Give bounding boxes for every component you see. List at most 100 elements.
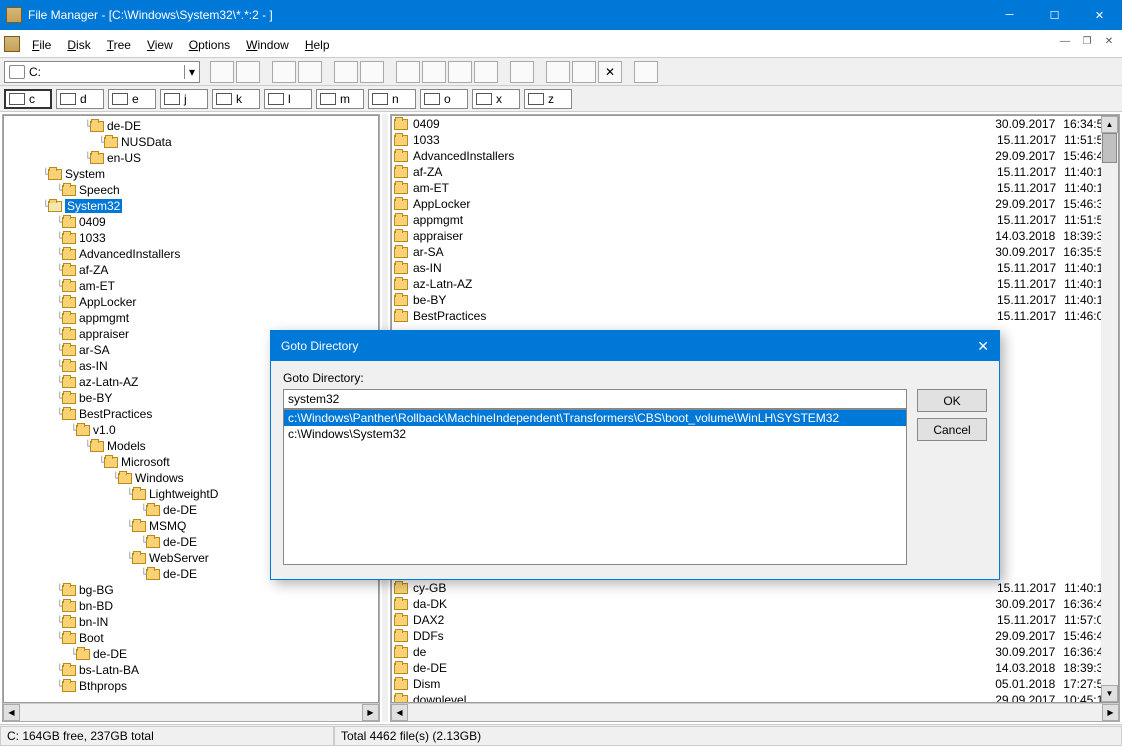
menu-window[interactable]: Window <box>238 34 297 54</box>
file-row[interactable]: cy-GB15.11.201711:40:14 <box>392 580 1118 596</box>
file-row[interactable]: 040930.09.201716:34:56 <box>392 116 1118 132</box>
menu-help[interactable]: Help <box>297 34 338 54</box>
tree-folder[interactable]: └ appmgmt <box>6 310 378 326</box>
tree-folder[interactable]: └ System32 <box>6 198 378 214</box>
drive-button-k[interactable]: k <box>212 89 260 109</box>
mdi-icon[interactable] <box>4 36 20 52</box>
horizontal-scrollbar[interactable]: ◀▶ <box>3 703 379 721</box>
file-row[interactable]: appmgmt15.11.201711:51:50 <box>392 212 1118 228</box>
file-row[interactable]: appraiser14.03.201818:39:30 <box>392 228 1118 244</box>
file-name: DDFs <box>413 629 995 643</box>
file-row[interactable]: af-ZA15.11.201711:40:14 <box>392 164 1118 180</box>
mdi-close-button[interactable]: ✕ <box>1100 32 1118 50</box>
toolbar-button[interactable] <box>572 61 596 83</box>
file-row[interactable]: 103315.11.201711:51:50 <box>392 132 1118 148</box>
tree-folder[interactable]: └ af-ZA <box>6 262 378 278</box>
tree-folder[interactable]: └ bs-Latn-BA <box>6 662 378 678</box>
toolbar-button[interactable] <box>422 61 446 83</box>
drive-button-m[interactable]: m <box>316 89 364 109</box>
drive-button-o[interactable]: o <box>420 89 468 109</box>
file-row[interactable]: da-DK30.09.201716:36:44 <box>392 596 1118 612</box>
menu-tree[interactable]: Tree <box>99 34 139 54</box>
drive-button-d[interactable]: d <box>56 89 104 109</box>
toolbar-button[interactable] <box>448 61 472 83</box>
tree-folder[interactable]: └ en-US <box>6 150 378 166</box>
drive-button-n[interactable]: n <box>368 89 416 109</box>
toolbar-button[interactable] <box>298 61 322 83</box>
minimize-button[interactable]: ─ <box>987 0 1032 30</box>
tree-folder[interactable]: └ 1033 <box>6 230 378 246</box>
file-row[interactable]: az-Latn-AZ15.11.201711:40:14 <box>392 276 1118 292</box>
toolbar-button[interactable]: ✕ <box>598 61 622 83</box>
tree-folder[interactable]: └ bg-BG <box>6 582 378 598</box>
folder-icon <box>146 569 160 580</box>
file-row[interactable]: DAX215.11.201711:57:06 <box>392 612 1118 628</box>
menu-file[interactable]: File <box>24 34 59 54</box>
vertical-scrollbar[interactable]: ▲▼ <box>1101 116 1118 702</box>
tree-folder[interactable]: └ bn-IN <box>6 614 378 630</box>
tree-folder[interactable]: └ AppLocker <box>6 294 378 310</box>
tree-folder[interactable]: └ de-DE <box>6 646 378 662</box>
tree-folder[interactable]: └ Speech <box>6 182 378 198</box>
file-row[interactable]: Dism05.01.201817:27:55 <box>392 676 1118 692</box>
goto-suggestions-list[interactable]: c:\Windows\Panther\Rollback\MachineIndep… <box>283 409 907 565</box>
folder-icon <box>394 663 408 674</box>
menu-options[interactable]: Options <box>181 34 238 54</box>
mdi-restore-button[interactable]: ❐ <box>1078 32 1096 50</box>
menubar: File Disk Tree View Options Window Help … <box>0 30 1122 58</box>
drive-button-l[interactable]: l <box>264 89 312 109</box>
file-row[interactable]: DDFs29.09.201715:46:44 <box>392 628 1118 644</box>
tree-folder[interactable]: └ bn-BD <box>6 598 378 614</box>
maximize-button[interactable]: ☐ <box>1032 0 1077 30</box>
toolbar-button[interactable] <box>272 61 296 83</box>
cancel-button[interactable]: Cancel <box>917 418 987 441</box>
toolbar-button[interactable] <box>236 61 260 83</box>
file-row[interactable]: de-DE14.03.201818:39:30 <box>392 660 1118 676</box>
drive-button-c[interactable]: c <box>4 89 52 109</box>
toolbar-button[interactable] <box>634 61 658 83</box>
drive-letter-label: n <box>392 92 399 106</box>
folder-label: de-DE <box>163 567 197 581</box>
toolbar-button[interactable] <box>546 61 570 83</box>
tree-folder[interactable]: └ 0409 <box>6 214 378 230</box>
drive-dropdown[interactable]: C: ▾ <box>4 61 200 83</box>
tree-folder[interactable]: └ NUSData <box>6 134 378 150</box>
toolbar-button[interactable] <box>474 61 498 83</box>
ok-button[interactable]: OK <box>917 389 987 412</box>
goto-suggestion-item[interactable]: c:\Windows\System32 <box>284 426 906 442</box>
file-row[interactable]: de30.09.201716:36:44 <box>392 644 1118 660</box>
horizontal-scrollbar[interactable]: ◀▶ <box>391 703 1119 721</box>
drive-button-x[interactable]: x <box>472 89 520 109</box>
toolbar-button[interactable] <box>210 61 234 83</box>
drive-button-j[interactable]: j <box>160 89 208 109</box>
menu-view[interactable]: View <box>139 34 181 54</box>
toolbar-button[interactable] <box>334 61 358 83</box>
toolbar-button[interactable] <box>396 61 420 83</box>
mdi-minimize-button[interactable]: — <box>1056 32 1074 50</box>
file-row[interactable]: downlevel29.09.201710:45:12 <box>392 692 1118 702</box>
file-row[interactable]: BestPractices15.11.201711:46:01 <box>392 308 1118 324</box>
goto-suggestion-item[interactable]: c:\Windows\Panther\Rollback\MachineIndep… <box>284 410 906 426</box>
tree-folder[interactable]: └ Boot <box>6 630 378 646</box>
file-row[interactable]: as-IN15.11.201711:40:14 <box>392 260 1118 276</box>
folder-icon <box>62 313 76 324</box>
tree-folder[interactable]: └ de-DE <box>6 118 378 134</box>
drive-button-z[interactable]: z <box>524 89 572 109</box>
file-row[interactable]: ar-SA30.09.201716:35:53 <box>392 244 1118 260</box>
file-row[interactable]: AdvancedInstallers29.09.201715:46:44 <box>392 148 1118 164</box>
tree-folder[interactable]: └ AdvancedInstallers <box>6 246 378 262</box>
tree-folder[interactable]: └ System <box>6 166 378 182</box>
file-row[interactable]: AppLocker29.09.201715:46:33 <box>392 196 1118 212</box>
drive-button-e[interactable]: e <box>108 89 156 109</box>
toolbar-button[interactable] <box>360 61 384 83</box>
tree-folder[interactable]: └ am-ET <box>6 278 378 294</box>
goto-input[interactable] <box>283 389 907 409</box>
file-row[interactable]: am-ET15.11.201711:40:14 <box>392 180 1118 196</box>
tree-folder[interactable]: └ Bthprops <box>6 678 378 694</box>
toolbar-button[interactable] <box>510 61 534 83</box>
file-row[interactable]: be-BY15.11.201711:40:14 <box>392 292 1118 308</box>
close-button[interactable]: ✕ <box>1077 0 1122 30</box>
dialog-close-button[interactable]: ✕ <box>977 338 989 355</box>
menu-disk[interactable]: Disk <box>59 34 98 54</box>
folder-icon <box>62 185 76 196</box>
